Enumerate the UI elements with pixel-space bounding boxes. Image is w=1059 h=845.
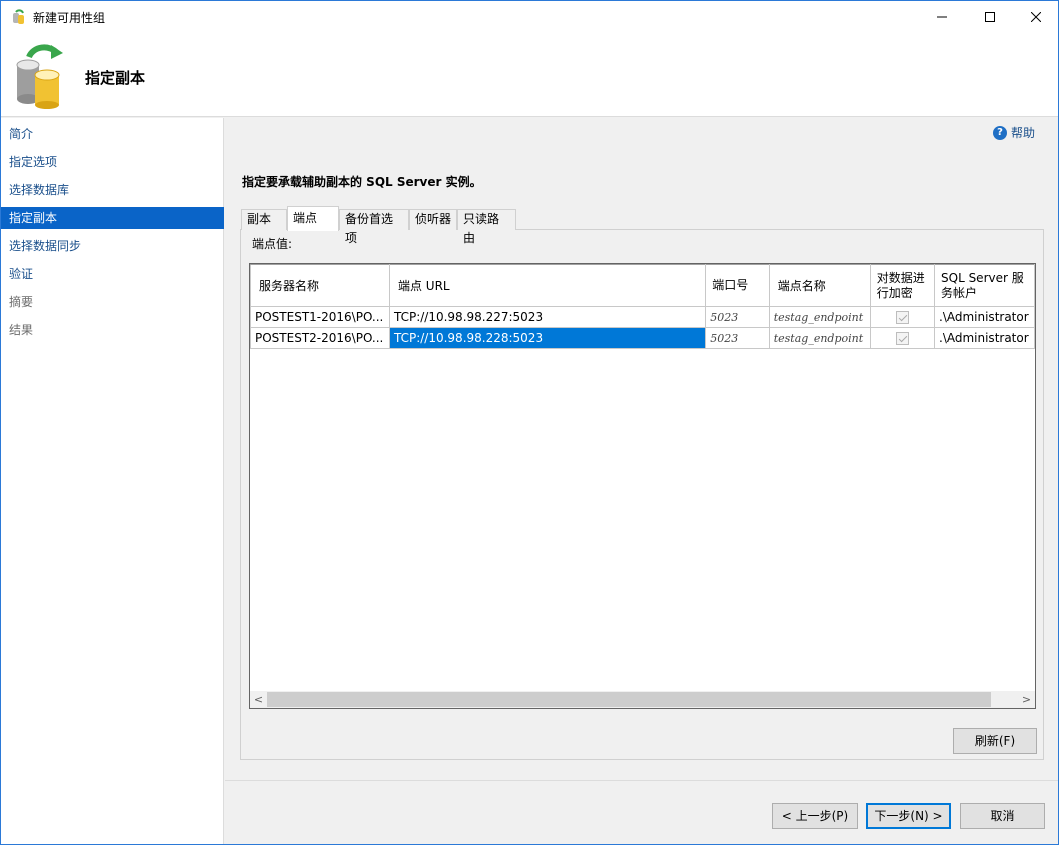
nav-item-validation[interactable]: 验证 — [1, 263, 224, 285]
encrypt-checkbox — [895, 332, 909, 345]
tab-endpoints[interactable]: 端点 — [287, 206, 339, 231]
instruction-text: 指定要承载辅助副本的 SQL Server 实例。 — [242, 175, 482, 189]
page-title: 指定副本 — [85, 69, 146, 87]
column-header[interactable]: 端口号 — [705, 264, 770, 307]
nav-item-databases[interactable]: 选择数据库 — [1, 179, 224, 201]
table-row[interactable]: POSTEST1-2016\PO... TCP://10.98.98.227:5… — [250, 306, 1035, 328]
next-button[interactable]: 下一步(N) > — [866, 803, 951, 829]
refresh-button[interactable]: 刷新(F) — [953, 728, 1037, 754]
nav-item-options[interactable]: 指定选项 — [1, 151, 224, 173]
endpoint-name-cell: testag_endpoint — [768, 306, 871, 328]
column-header[interactable]: SQL Server 服务帐户 — [934, 264, 1035, 307]
service-account-cell[interactable]: .\Administrator — [934, 306, 1035, 328]
column-header[interactable]: 对数据进行加密 — [869, 264, 936, 307]
nav-item-intro[interactable]: 简介 — [1, 123, 224, 145]
minimize-button[interactable] — [919, 1, 965, 33]
encrypt-checkbox — [895, 311, 909, 324]
tab-backup-preferences[interactable]: 备份首选项 — [339, 209, 409, 245]
header-banner: 指定副本 — [1, 33, 1058, 117]
column-header[interactable]: 端点名称 — [768, 264, 871, 307]
tab-listener[interactable]: 侦听器 — [409, 209, 457, 230]
service-account-cell[interactable]: .\Administrator — [934, 327, 1035, 349]
endpoint-values-label: 端点值: — [252, 237, 293, 251]
maximize-icon — [985, 12, 995, 22]
previous-button[interactable]: < 上一步(P) — [772, 803, 858, 829]
nav-item-results: 结果 — [9, 323, 34, 337]
tab-replicas[interactable]: 副本 — [241, 209, 287, 230]
scrollbar-thumb[interactable] — [267, 692, 991, 707]
port-cell: 5023 — [705, 306, 770, 328]
database-replica-icon — [16, 44, 63, 109]
server-name-cell: POSTEST1-2016\PO... — [250, 306, 390, 328]
encrypt-cell — [869, 306, 936, 328]
help-link[interactable]: ? 帮助 — [993, 124, 1035, 141]
endpoints-grid: 服务器名称 端点 URL 端口号 端点名称 对数据进行加密 SQL Server… — [249, 263, 1036, 709]
endpoint-url-cell[interactable]: TCP://10.98.98.228:5023 — [388, 327, 707, 349]
dialog-window: 新建可用性组 指定副本 简介 指定选项 选择数据库 指定副本 选择数据同步 验证… — [0, 0, 1059, 845]
minimize-icon — [937, 16, 947, 18]
wizard-nav: 简介 指定选项 选择数据库 指定副本 选择数据同步 验证 摘要 结果 — [1, 118, 224, 844]
port-cell: 5023 — [705, 327, 770, 349]
column-header[interactable]: 服务器名称 — [250, 264, 390, 307]
cancel-button[interactable]: 取消 — [960, 803, 1045, 829]
help-label: 帮助 — [1011, 126, 1036, 140]
table-header-row: 服务器名称 端点 URL 端口号 端点名称 对数据进行加密 SQL Server… — [250, 264, 1035, 307]
column-header[interactable]: 端点 URL — [388, 264, 707, 307]
endpoint-url-cell[interactable]: TCP://10.98.98.227:5023 — [388, 306, 707, 328]
scroll-right-icon[interactable]: > — [1018, 691, 1035, 708]
encrypt-cell — [869, 327, 936, 349]
help-icon: ? — [993, 125, 1007, 140]
window-title: 新建可用性组 — [33, 11, 106, 25]
endpoints-table: 服务器名称 端点 URL 端口号 端点名称 对数据进行加密 SQL Server… — [250, 264, 1035, 349]
availability-group-icon — [13, 9, 24, 24]
close-button[interactable] — [1013, 1, 1059, 33]
server-name-cell: POSTEST2-2016\PO... — [250, 327, 390, 349]
maximize-button[interactable] — [967, 1, 1013, 33]
footer-divider — [225, 780, 1058, 781]
horizontal-scrollbar[interactable]: < > — [250, 691, 1035, 708]
title-bar: 新建可用性组 — [1, 1, 1058, 33]
table-row[interactable]: POSTEST2-2016\PO... TCP://10.98.98.228:5… — [250, 327, 1035, 349]
tab-read-only-routing[interactable]: 只读路由 — [457, 209, 516, 245]
nav-item-data-sync[interactable]: 选择数据同步 — [1, 235, 224, 257]
scroll-left-icon[interactable]: < — [250, 691, 267, 708]
nav-item-replicas[interactable]: 指定副本 — [1, 207, 224, 229]
nav-item-summary: 摘要 — [9, 295, 34, 309]
close-icon — [1031, 12, 1041, 22]
endpoint-name-cell: testag_endpoint — [768, 327, 871, 349]
